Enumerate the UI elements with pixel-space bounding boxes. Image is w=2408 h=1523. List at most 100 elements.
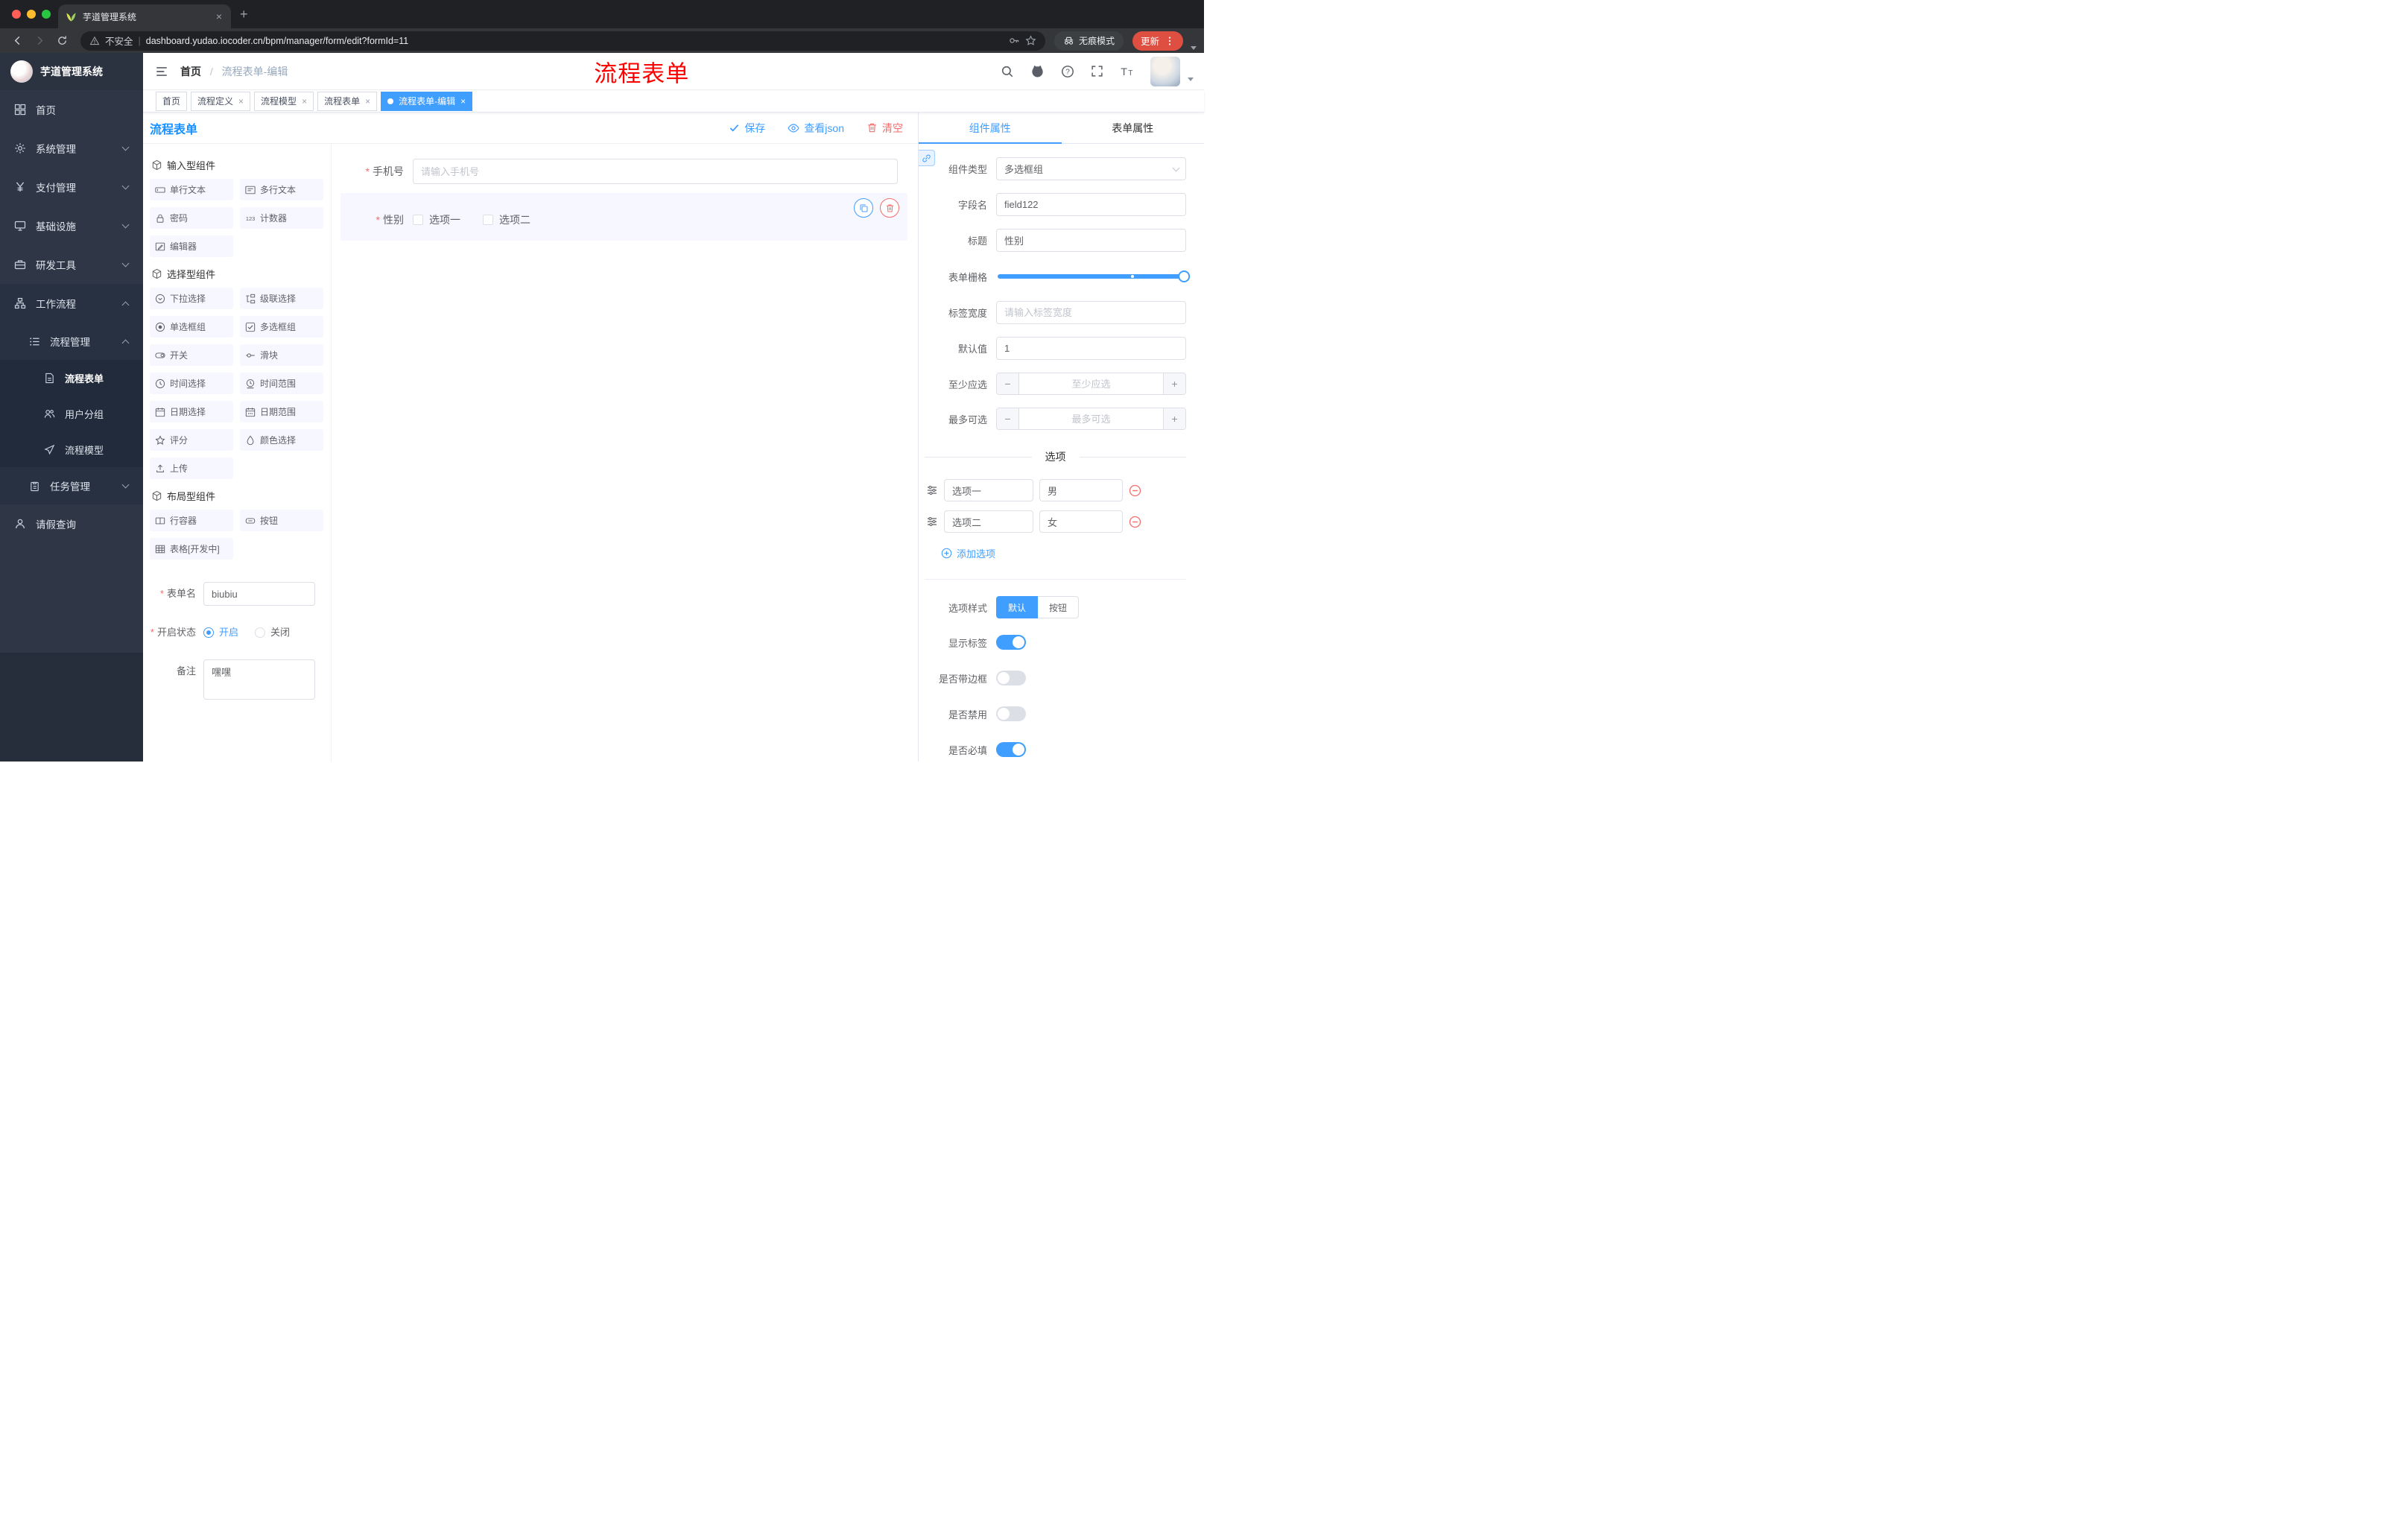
- canvas-field-phone[interactable]: 手机号: [340, 159, 907, 184]
- sidebar-item-dev-tools[interactable]: 研发工具: [0, 245, 143, 284]
- remove-option-button[interactable]: [1129, 516, 1141, 528]
- tab-component-props[interactable]: 组件属性: [919, 113, 1062, 144]
- tag-process-form[interactable]: 流程表单 ×: [317, 91, 378, 111]
- sidebar-item-user-group[interactable]: 用户分组: [0, 396, 143, 431]
- link-float-button[interactable]: [919, 150, 935, 166]
- zoom-window-button[interactable]: [42, 10, 51, 19]
- bookmark-star-icon[interactable]: [1025, 35, 1036, 46]
- tag-close-icon[interactable]: ×: [365, 96, 370, 107]
- gender-checkbox-option2[interactable]: 选项二: [483, 212, 530, 227]
- tab-close-icon[interactable]: ×: [215, 10, 224, 22]
- fullscreen-icon[interactable]: [1091, 65, 1103, 77]
- option1-label-input[interactable]: [944, 479, 1033, 501]
- back-button[interactable]: [7, 31, 27, 51]
- option1-value-input[interactable]: [1039, 479, 1123, 501]
- sidebar-item-payment[interactable]: 支付管理: [0, 168, 143, 206]
- browser-tab[interactable]: 芋道管理系统 ×: [58, 4, 231, 28]
- drag-handle-icon[interactable]: [926, 516, 938, 528]
- label-width-input[interactable]: [996, 301, 1186, 324]
- chip-button[interactable]: 按钮: [240, 510, 323, 531]
- form-canvas[interactable]: 手机号 性别 选项一 选项二: [332, 144, 918, 762]
- sidebar-logo[interactable]: 芋道管理系统: [0, 53, 143, 90]
- slider-handle[interactable]: [1178, 270, 1191, 282]
- required-switch[interactable]: [996, 742, 1026, 757]
- chip-switch[interactable]: 开关: [150, 344, 233, 366]
- browser-update-button[interactable]: 更新: [1132, 31, 1183, 51]
- chip-table[interactable]: 表格[开发中]: [150, 538, 233, 560]
- chip-rate[interactable]: 评分: [150, 429, 233, 451]
- widget-copy-button[interactable]: [854, 198, 873, 218]
- tag-process-definition[interactable]: 流程定义 ×: [191, 91, 251, 111]
- chip-single-line-text[interactable]: 单行文本: [150, 179, 233, 200]
- browser-menu-dots-icon[interactable]: [1165, 36, 1175, 46]
- add-option-button[interactable]: 添加选项: [941, 546, 995, 560]
- github-icon[interactable]: [1030, 64, 1045, 78]
- chip-time-picker[interactable]: 时间选择: [150, 373, 233, 394]
- help-icon[interactable]: [1061, 65, 1074, 78]
- field-name-input[interactable]: [996, 193, 1186, 216]
- sidebar-item-infrastructure[interactable]: 基础设施: [0, 206, 143, 245]
- clear-button[interactable]: 清空: [866, 121, 903, 136]
- tag-process-form-edit-active[interactable]: 流程表单-编辑 ×: [381, 91, 473, 111]
- chip-counter[interactable]: 计数器: [240, 207, 323, 229]
- address-bar[interactable]: 不安全 | dashboard.yudao.iocoder.cn/bpm/man…: [80, 31, 1045, 51]
- canvas-field-gender-selected[interactable]: 性别 选项一 选项二: [340, 193, 907, 241]
- show-label-switch[interactable]: [996, 635, 1026, 650]
- chip-color-picker[interactable]: 颜色选择: [240, 429, 323, 451]
- style-button-button[interactable]: 按钮: [1038, 596, 1080, 618]
- password-key-icon[interactable]: [1009, 35, 1020, 46]
- sidebar-item-process-form[interactable]: 流程表单: [0, 360, 143, 396]
- sidebar-item-home[interactable]: 首页: [0, 90, 143, 129]
- component-type-value[interactable]: [996, 157, 1186, 180]
- user-avatar[interactable]: [1150, 56, 1180, 86]
- max-select-input[interactable]: [1019, 408, 1163, 429]
- sidebar-item-process-management[interactable]: 流程管理: [0, 323, 143, 360]
- close-window-button[interactable]: [12, 10, 21, 19]
- sidebar-item-task-management[interactable]: 任务管理: [0, 467, 143, 504]
- tag-home[interactable]: 首页: [156, 91, 188, 111]
- view-json-button[interactable]: 查看json: [788, 121, 844, 136]
- style-default-button[interactable]: 默认: [996, 596, 1039, 618]
- form-remark-textarea[interactable]: 嘿嘿: [203, 659, 315, 700]
- url-text[interactable]: dashboard.yudao.iocoder.cn/bpm/manager/f…: [146, 36, 1004, 46]
- chip-password[interactable]: 密码: [150, 207, 233, 229]
- chip-textarea[interactable]: 多行文本: [240, 179, 323, 200]
- sidebar-item-leave-query[interactable]: 请假查询: [0, 504, 143, 543]
- form-name-input[interactable]: [203, 582, 315, 606]
- chip-date-picker[interactable]: 日期选择: [150, 401, 233, 422]
- option2-value-input[interactable]: [1039, 510, 1123, 533]
- chip-row-container[interactable]: 行容器: [150, 510, 233, 531]
- tag-close-icon[interactable]: ×: [238, 96, 244, 107]
- tab-form-props[interactable]: 表单属性: [1062, 113, 1205, 143]
- chip-checkbox-group[interactable]: 多选框组: [240, 316, 323, 338]
- sidebar-item-workflow[interactable]: 工作流程: [0, 284, 143, 323]
- option2-label-input[interactable]: [944, 510, 1033, 533]
- chip-cascader[interactable]: 级联选择: [240, 288, 323, 309]
- remove-option-button[interactable]: [1129, 484, 1141, 497]
- tag-close-icon[interactable]: ×: [302, 96, 307, 107]
- border-switch[interactable]: [996, 671, 1026, 685]
- chip-date-range[interactable]: 日期范围: [240, 401, 323, 422]
- sidebar-item-process-model[interactable]: 流程模型: [0, 431, 143, 467]
- gender-checkbox-option1[interactable]: 选项一: [413, 212, 460, 227]
- tag-process-model[interactable]: 流程模型 ×: [254, 91, 314, 111]
- avatar-caret-icon[interactable]: [1188, 77, 1194, 81]
- new-tab-button[interactable]: +: [240, 7, 248, 21]
- forward-button[interactable]: [30, 31, 49, 51]
- profile-caret-icon[interactable]: [1191, 46, 1197, 50]
- stepper-minus-button[interactable]: −: [997, 373, 1019, 394]
- sidebar-item-system[interactable]: 系统管理: [0, 129, 143, 168]
- tag-close-icon[interactable]: ×: [460, 96, 466, 107]
- title-input[interactable]: [996, 229, 1186, 252]
- reload-button[interactable]: [52, 31, 72, 51]
- stepper-plus-button[interactable]: +: [1163, 373, 1185, 394]
- chip-radio-group[interactable]: 单选框组: [150, 316, 233, 338]
- disabled-switch[interactable]: [996, 706, 1026, 721]
- drag-handle-icon[interactable]: [926, 484, 938, 496]
- save-button[interactable]: 保存: [729, 121, 765, 136]
- stepper-minus-button[interactable]: −: [997, 408, 1019, 429]
- breadcrumb-home[interactable]: 首页: [180, 66, 201, 77]
- min-select-input[interactable]: [1019, 373, 1163, 394]
- form-grid-slider[interactable]: [998, 270, 1191, 282]
- chip-upload[interactable]: 上传: [150, 457, 233, 479]
